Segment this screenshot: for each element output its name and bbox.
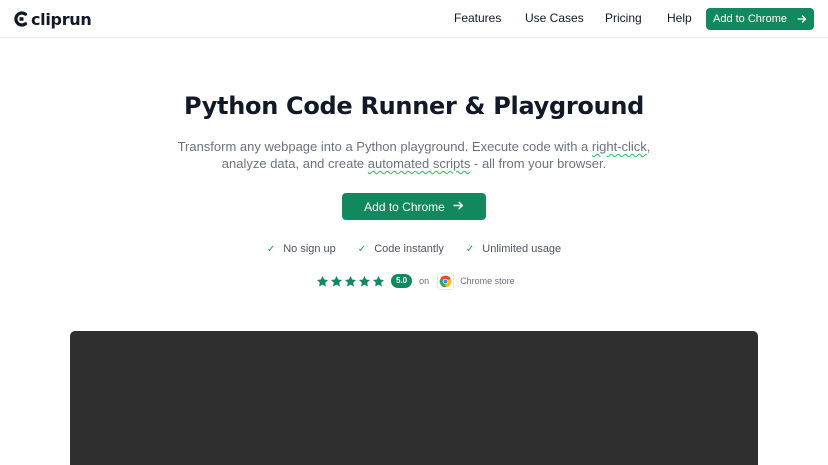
hero-cta-label: Add to Chrome [364, 199, 445, 214]
feature-label: Code instantly [374, 243, 444, 255]
chrome-store-label: Chrome store [460, 276, 515, 286]
nav-use-cases[interactable]: Use Cases [525, 11, 584, 25]
check-icon: ✓ [266, 243, 276, 255]
feature-item: ✓ No sign up [267, 243, 336, 255]
subtitle-text: - all from your browser. [470, 156, 607, 171]
check-icon: ✓ [357, 243, 367, 255]
rating-row: 5.0 on Chrome store [316, 272, 515, 290]
subtitle-highlight: right-click [591, 139, 647, 154]
hero-title: Python Code Runner & Playground [183, 92, 645, 120]
nav-pricing[interactable]: Pricing [605, 11, 642, 25]
feature-label: No sign up [283, 243, 336, 255]
nav-features[interactable]: Features [454, 11, 501, 25]
star-rating [316, 275, 385, 288]
star-icon [372, 275, 385, 286]
feature-list: ✓ No sign up ✓ Code instantly ✓ Unlimite… [0, 243, 828, 255]
subtitle-text: , [646, 139, 651, 154]
subtitle-text: analyze data, and create [221, 156, 368, 171]
header-add-to-chrome-button[interactable]: Add to Chrome [706, 8, 814, 30]
c-logo-icon [14, 11, 28, 27]
feature-item: ✓ Unlimited usage [466, 243, 561, 255]
demo-preview-panel [70, 331, 758, 465]
brand-logo[interactable]: cliprun [14, 8, 92, 30]
nav-help[interactable]: Help [667, 11, 692, 25]
star-icon [358, 275, 371, 286]
subtitle-highlight: automated scripts [367, 156, 471, 171]
star-icon [330, 275, 343, 286]
hero-subtitle: Transform any webpage into a Python play… [0, 138, 828, 172]
rating-on-text: on [419, 276, 430, 286]
star-icon [344, 275, 357, 286]
feature-label: Unlimited usage [482, 243, 562, 255]
brand-name: cliprun [31, 9, 92, 29]
header-cta-label: Add to Chrome [713, 13, 787, 25]
site-header: cliprun Features Use Cases Pricing Help … [0, 0, 828, 38]
arrow-right-icon [797, 14, 807, 24]
feature-item: ✓ Code instantly [358, 243, 444, 255]
subtitle-text: Transform any webpage into a Python play… [177, 139, 592, 154]
star-icon [316, 275, 329, 286]
hero-add-to-chrome-button[interactable]: Add to Chrome [342, 193, 486, 220]
arrow-right-icon [453, 200, 464, 214]
check-icon: ✓ [465, 243, 475, 255]
rating-score-badge: 5.0 [391, 274, 413, 288]
chrome-logo-icon [437, 272, 455, 290]
